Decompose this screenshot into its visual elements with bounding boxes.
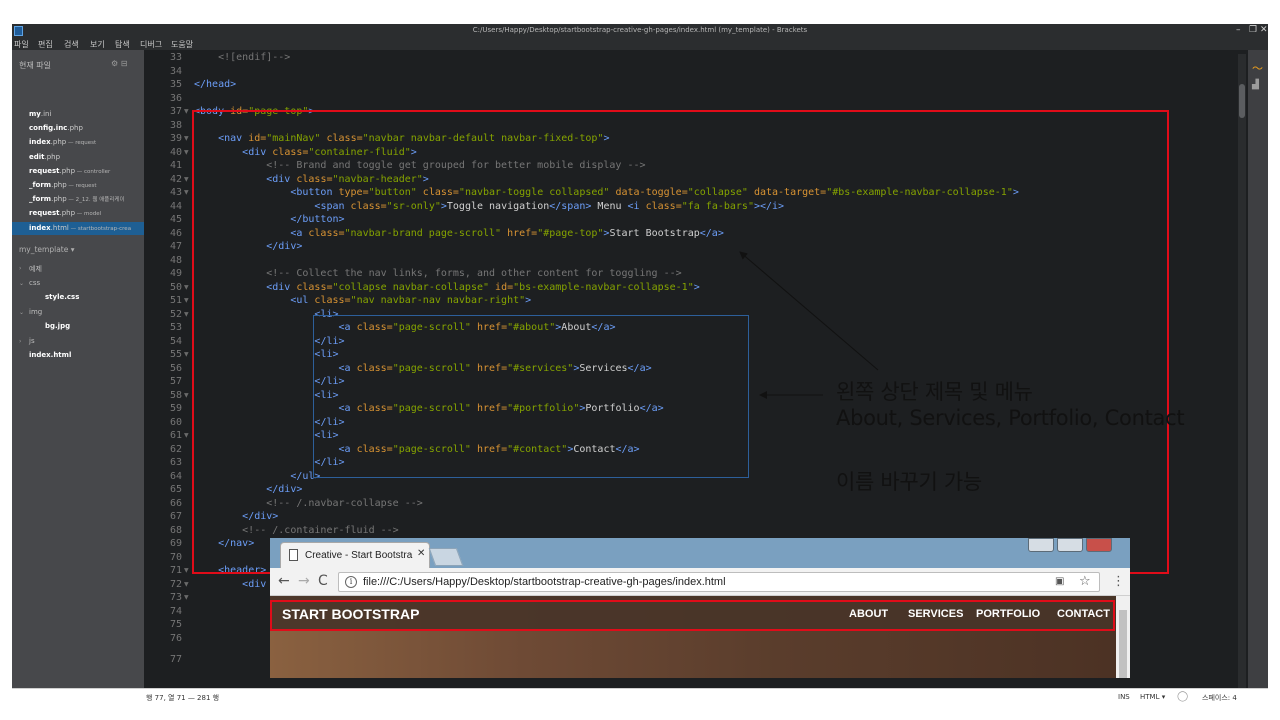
browser-tab[interactable]: Creative - Start Bootstra ✕: [280, 542, 430, 568]
new-tab-button[interactable]: [428, 548, 464, 566]
info-icon[interactable]: i: [345, 576, 357, 588]
address-url: file:///C:/Users/Happy/Desktop/startboot…: [363, 576, 726, 588]
bookmark-star-icon[interactable]: ☆: [1079, 574, 1091, 589]
annotation-menu-names: About, Services, Portfolio, Contact: [836, 406, 1185, 430]
page-icon: [289, 549, 298, 561]
browser-toolbar: ← → C i file:///C:/Users/Happy/Desktop/s…: [270, 568, 1130, 596]
tab-title: Creative - Start Bootstra: [305, 550, 413, 561]
browser-tab-bar: Creative - Start Bootstra ✕: [270, 538, 1130, 568]
translate-icon[interactable]: ▣: [1055, 576, 1064, 587]
page-scrollbar[interactable]: [1116, 596, 1130, 678]
forward-icon[interactable]: →: [298, 573, 310, 589]
browser-close-button[interactable]: [1086, 538, 1112, 552]
tab-close-icon[interactable]: ✕: [417, 548, 425, 559]
arrow-to-brand: [739, 251, 879, 371]
annotation-title: 왼쪽 상단 제목 및 메뉴: [836, 380, 1033, 404]
page-scrollbar-thumb[interactable]: [1119, 610, 1127, 678]
highlight-navbar-box: [270, 600, 1115, 631]
reload-icon[interactable]: C: [318, 573, 328, 589]
browser-maximize-button[interactable]: [1057, 538, 1083, 552]
browser-menu-icon[interactable]: ⋮: [1112, 574, 1125, 589]
annotation-rename-note: 이름 바꾸기 가능: [836, 470, 982, 494]
back-icon[interactable]: ←: [278, 573, 290, 589]
browser-minimize-button[interactable]: [1028, 538, 1054, 552]
address-bar[interactable]: i file:///C:/Users/Happy/Desktop/startbo…: [338, 572, 1100, 592]
